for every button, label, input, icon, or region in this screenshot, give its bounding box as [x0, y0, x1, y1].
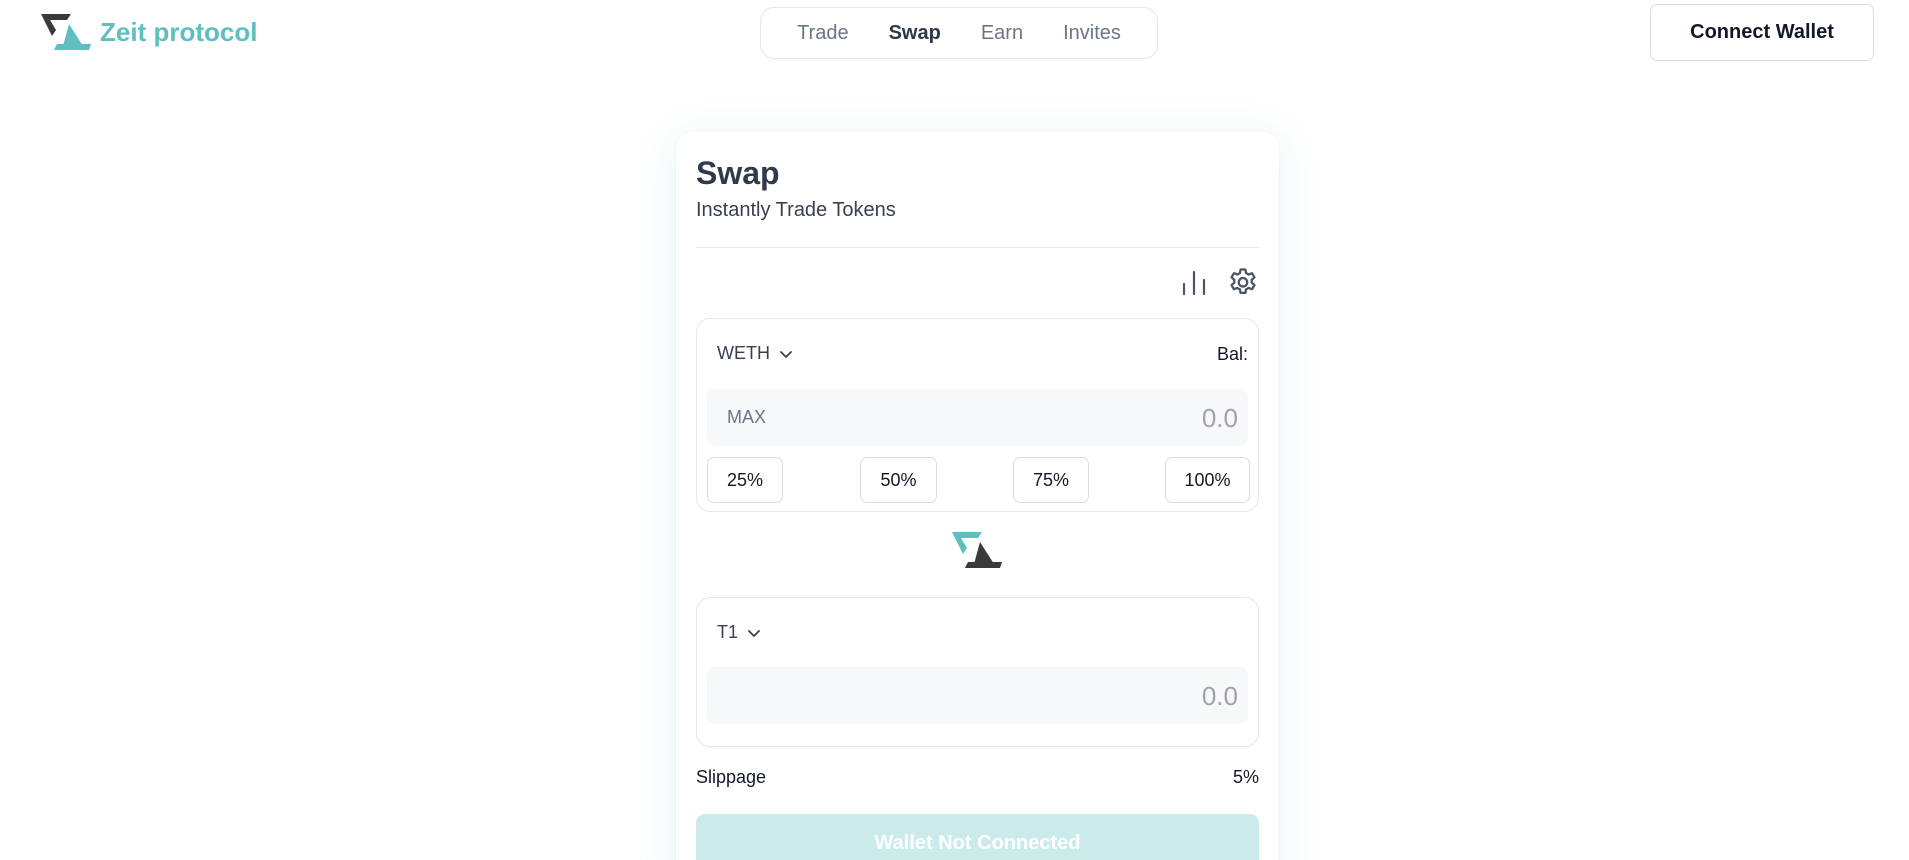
nav-item-invites[interactable]: Invites [1043, 22, 1141, 45]
wallet-not-connected-button[interactable]: Wallet Not Connected [696, 814, 1259, 860]
connect-wallet-button[interactable]: Connect Wallet [1650, 4, 1874, 61]
main-nav: Trade Swap Earn Invites [760, 7, 1158, 59]
max-button[interactable]: MAX [727, 407, 766, 428]
chevron-down-icon [780, 350, 792, 358]
gear-icon[interactable] [1226, 266, 1260, 300]
card-title: Swap [696, 155, 780, 191]
to-token-panel: T1 [696, 597, 1259, 747]
brand-name: Zeit protocol [100, 16, 258, 47]
to-token-select[interactable]: T1 [717, 622, 762, 643]
card-divider [696, 247, 1259, 248]
zeit-logo-icon [41, 14, 91, 50]
chevron-down-icon [748, 629, 760, 637]
nav-item-swap[interactable]: Swap [869, 22, 961, 45]
percent-buttons: 25% 50% 75% 100% [707, 457, 1250, 503]
nav-item-earn[interactable]: Earn [961, 22, 1043, 45]
swap-card: Swap Instantly Trade Tokens WETH Bal: MA… [676, 131, 1279, 860]
from-token-symbol: WETH [717, 343, 770, 363]
swap-direction-icon[interactable] [952, 532, 1004, 570]
to-token-symbol: T1 [717, 622, 739, 642]
slippage-value: 5% [1232, 767, 1259, 787]
percent-50-button[interactable]: 50% [860, 457, 937, 503]
from-token-select[interactable]: WETH [717, 343, 794, 364]
to-amount-input[interactable] [938, 677, 1238, 715]
percent-75-button[interactable]: 75% [1013, 457, 1089, 503]
from-token-panel: WETH Bal: MAX 25% 50% 75% 100% [696, 318, 1259, 512]
slippage-label: Slippage [696, 767, 767, 787]
card-subtitle: Instantly Trade Tokens [696, 199, 896, 221]
balance-label: Bal: [1216, 344, 1248, 364]
percent-100-button[interactable]: 100% [1165, 457, 1250, 503]
percent-25-button[interactable]: 25% [707, 457, 783, 503]
top-header: Zeit protocol Trade Swap Earn Invites Co… [0, 0, 1909, 66]
slippage-row: Slippage 5% [696, 767, 1259, 788]
to-amount-field [707, 667, 1248, 724]
from-amount-input[interactable] [938, 399, 1238, 437]
brand-logo-link[interactable]: Zeit protocol [41, 14, 257, 50]
nav-item-trade[interactable]: Trade [777, 22, 869, 45]
bar-chart-icon[interactable] [1179, 268, 1209, 298]
from-amount-field: MAX [707, 389, 1248, 446]
